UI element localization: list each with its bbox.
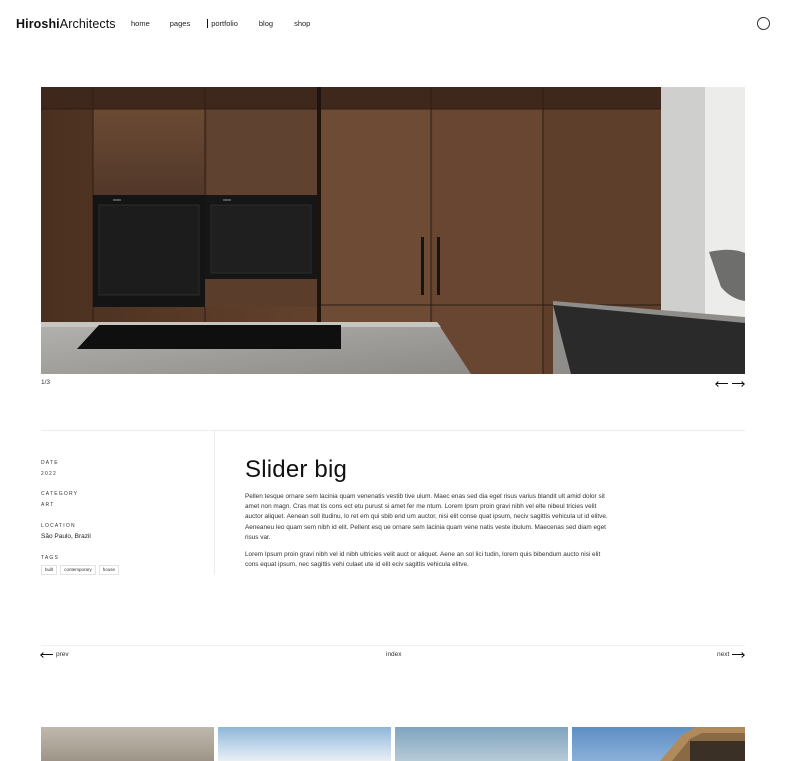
pagination-divider: [41, 645, 745, 646]
tags-label: TAGS: [41, 555, 60, 561]
meta-tags: TAGS built contemporary house: [41, 555, 120, 575]
next-project-link[interactable]: next: [717, 651, 745, 658]
nav-item-shop[interactable]: shop: [294, 19, 310, 28]
related-project-thumb-2[interactable]: [218, 727, 391, 761]
column-divider: [214, 430, 215, 575]
site-logo[interactable]: HiroshiArchitects: [16, 17, 116, 31]
building-photo: [660, 727, 745, 761]
search-circle-icon[interactable]: [757, 17, 770, 30]
kitchen-photo: [41, 87, 745, 374]
related-project-thumb-4[interactable]: [572, 727, 745, 761]
index-link[interactable]: index: [386, 651, 402, 658]
main-nav: home pages portfolio blog shop: [131, 19, 310, 28]
section-divider: [41, 430, 745, 431]
project-description-1: Pellen tesque ornare sem lacinia quam ve…: [245, 493, 608, 541]
arrow-right-icon: [732, 652, 745, 657]
meta-category: CATEGORY ART: [41, 491, 78, 508]
nav-item-home[interactable]: home: [131, 19, 150, 28]
related-project-thumb-1[interactable]: [41, 727, 214, 761]
arrow-left-icon[interactable]: [716, 381, 728, 386]
hero-slider-image[interactable]: [41, 87, 745, 374]
date-label: DATE: [41, 460, 59, 466]
logo-light-text: Architects: [59, 17, 116, 31]
slide-counter: 1/3: [41, 379, 51, 386]
meta-location: LOCATION São Paulo, Brazil: [41, 523, 91, 540]
tag-contemporary[interactable]: contemporary: [60, 565, 96, 575]
project-title: Slider big: [245, 456, 348, 483]
prev-project-link[interactable]: prev: [41, 651, 69, 658]
meta-date: DATE 2022: [41, 460, 59, 477]
nav-item-pages[interactable]: pages: [170, 19, 190, 28]
prev-label: prev: [56, 651, 69, 658]
tag-built[interactable]: built: [41, 565, 58, 575]
arrow-right-icon[interactable]: [732, 381, 744, 386]
site-header: HiroshiArchitects home pages portfolio b…: [0, 0, 786, 50]
location-label: LOCATION: [41, 523, 76, 529]
next-label: next: [717, 651, 730, 658]
nav-item-blog[interactable]: blog: [259, 19, 273, 28]
slider-controls: [716, 381, 744, 386]
tag-house[interactable]: house: [98, 565, 120, 575]
tag-list: built contemporary house: [41, 565, 120, 575]
related-project-thumb-3[interactable]: [395, 727, 568, 761]
nav-item-portfolio[interactable]: portfolio: [207, 19, 238, 28]
location-value: São Paulo, Brazil: [41, 533, 91, 540]
project-description-2: Lorem Ipsum proin gravi nibh vel id nibh…: [245, 551, 601, 569]
logo-bold-text: Hiroshi: [16, 17, 60, 31]
date-value: 2022: [41, 471, 57, 477]
category-label: CATEGORY: [41, 491, 79, 497]
arrow-left-icon: [41, 652, 53, 657]
category-value[interactable]: ART: [41, 502, 78, 508]
